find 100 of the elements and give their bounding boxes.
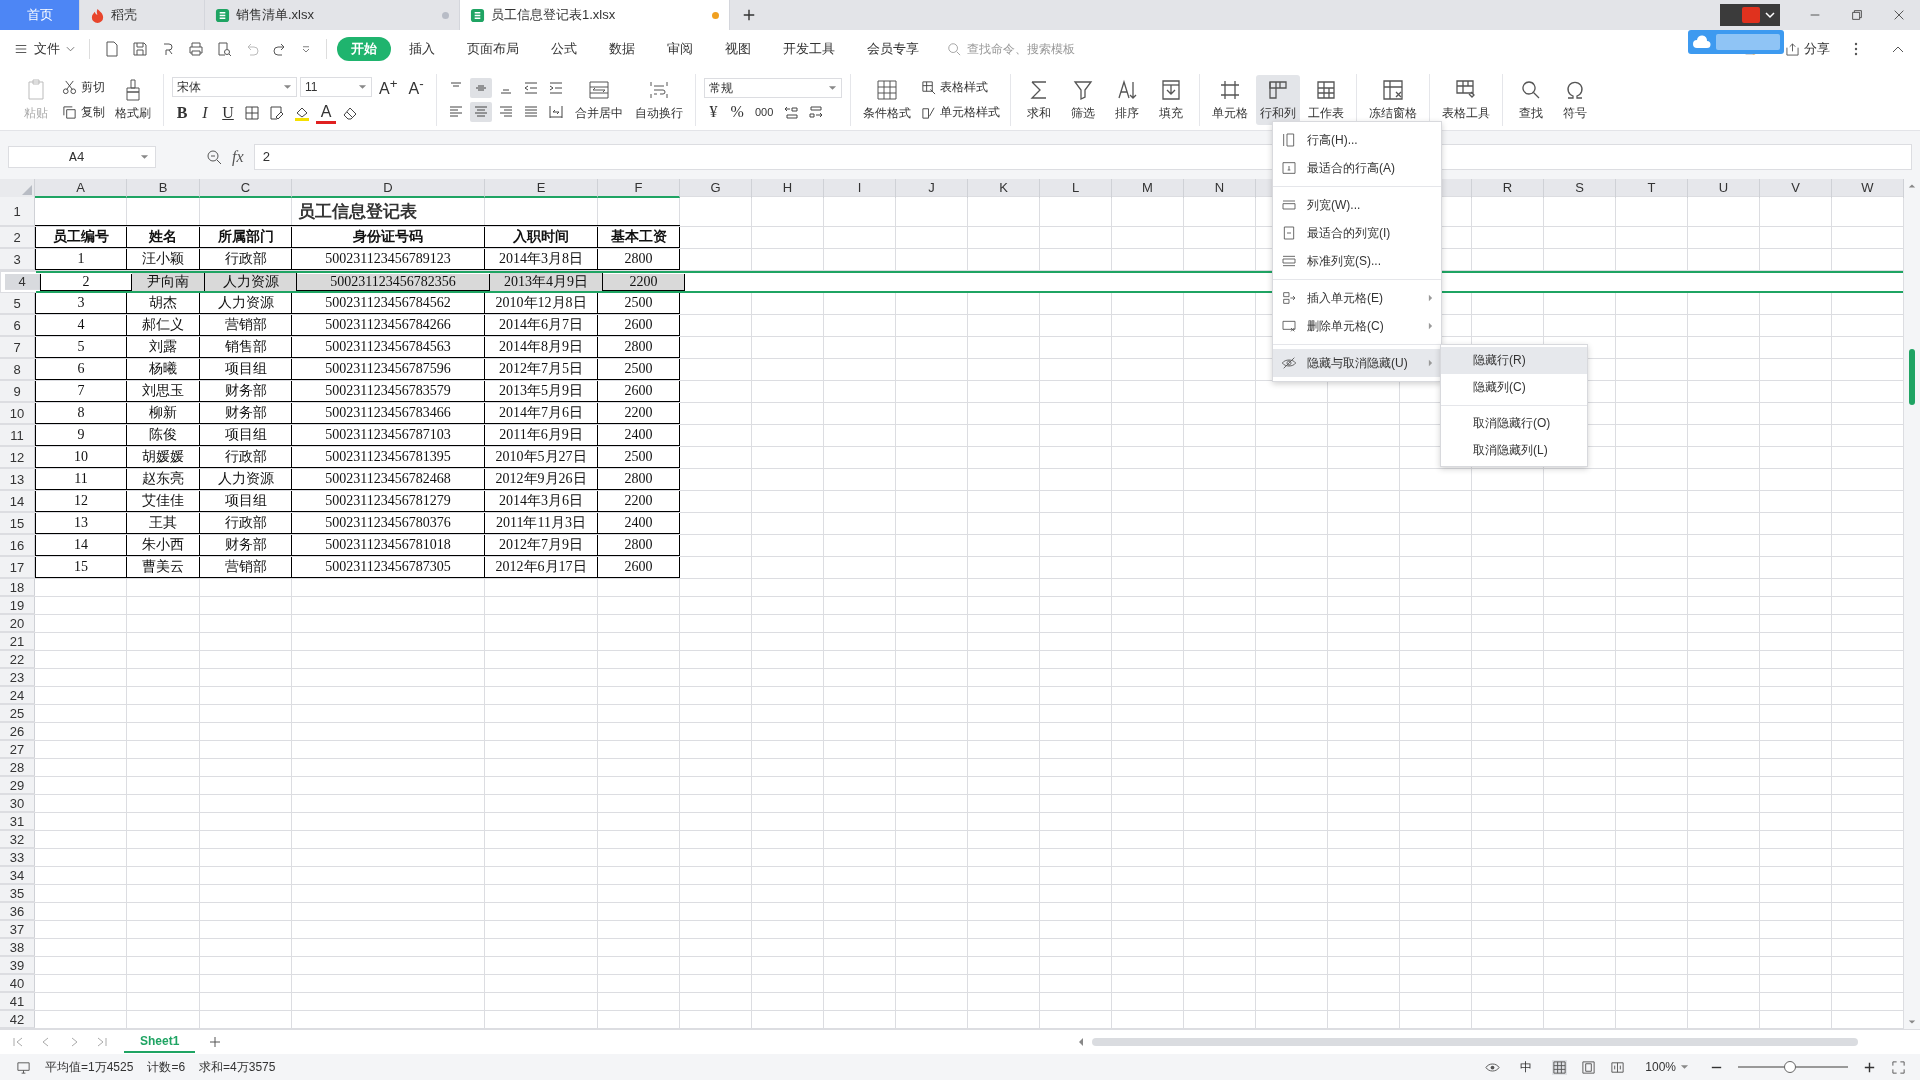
ribbon-tab[interactable]: 视图 xyxy=(711,37,765,61)
italic-button[interactable]: I xyxy=(195,104,215,123)
scroll-down-icon[interactable] xyxy=(1908,1019,1916,1025)
ribbon-tool-button[interactable]: 表格工具 xyxy=(1437,75,1494,125)
menu-item[interactable]: 最适合的列宽(I) xyxy=(1273,219,1441,247)
row-header[interactable]: 19 xyxy=(0,597,35,614)
menu-item[interactable]: 标准列宽(S)... xyxy=(1273,247,1441,275)
column-header[interactable]: R xyxy=(1472,179,1544,198)
row-header[interactable]: 11 xyxy=(0,425,35,446)
column-header[interactable]: F xyxy=(598,179,680,198)
ribbon-tab[interactable]: 会员专享 xyxy=(853,37,933,61)
row-header[interactable]: 30 xyxy=(0,795,35,812)
row-header[interactable]: 26 xyxy=(0,723,35,740)
menu-item[interactable]: 隐藏行(R) xyxy=(1441,347,1587,374)
horizontal-scrollbar[interactable] xyxy=(1078,1035,1858,1049)
share-button[interactable]: 分享 xyxy=(1780,39,1836,59)
conditional-format-button[interactable]: 条件格式 xyxy=(858,75,915,125)
menu-item[interactable]: 插入单元格(E) xyxy=(1273,284,1441,312)
row-header[interactable]: 27 xyxy=(0,741,35,758)
row-header[interactable]: 18 xyxy=(0,579,35,596)
row-header[interactable]: 1 xyxy=(0,197,35,226)
column-header[interactable]: T xyxy=(1616,179,1688,198)
ribbon-tool-button[interactable]: 行和列 xyxy=(1255,75,1300,125)
row-header[interactable]: 21 xyxy=(0,633,35,650)
row-header[interactable]: 16 xyxy=(0,535,35,556)
ribbon-tab[interactable]: 审阅 xyxy=(653,37,707,61)
input-method-icon[interactable] xyxy=(1720,4,1780,26)
column-header[interactable]: V xyxy=(1760,179,1832,198)
ribbon-tab[interactable]: 公式 xyxy=(537,37,591,61)
save-icon[interactable] xyxy=(132,41,148,57)
row-header[interactable]: 13 xyxy=(0,469,35,490)
zoom-icon[interactable] xyxy=(206,149,222,165)
column-header[interactable]: N xyxy=(1184,179,1256,198)
ribbon-tab[interactable]: 开发工具 xyxy=(769,37,849,61)
column-header[interactable]: A xyxy=(35,179,127,198)
scroll-up-icon[interactable] xyxy=(1908,183,1916,189)
table-style-button[interactable]: 表格样式 xyxy=(918,78,1002,97)
cell-style-button[interactable]: 单元格样式 xyxy=(918,103,1002,122)
row-header[interactable]: 3 xyxy=(0,249,35,270)
print-preview-icon[interactable] xyxy=(216,41,232,57)
upload-tooltip[interactable] xyxy=(1688,30,1784,54)
ribbon-tool-button[interactable]: 填充 xyxy=(1150,75,1191,125)
row-header[interactable]: 12 xyxy=(0,447,35,468)
menu-item[interactable]: 隐藏与取消隐藏(U) xyxy=(1273,349,1441,377)
decrease-font-button[interactable]: A$^{-}$ xyxy=(404,76,428,99)
cut-button[interactable]: 剪切 xyxy=(60,78,107,97)
increase-font-button[interactable]: A$^{+}$ xyxy=(375,76,402,99)
ribbon-tool-button[interactable]: 查找 xyxy=(1510,75,1551,125)
ribbon-tab[interactable]: 页面布局 xyxy=(453,37,533,61)
column-header[interactable]: K xyxy=(968,179,1040,198)
add-sheet-icon[interactable] xyxy=(209,1036,222,1048)
row-header[interactable]: 29 xyxy=(0,777,35,794)
menu-item[interactable]: 隐藏列(C) xyxy=(1441,374,1587,401)
row-header[interactable]: 31 xyxy=(0,813,35,830)
row-header[interactable]: 41 xyxy=(0,993,35,1010)
new-tab-icon[interactable] xyxy=(742,8,756,22)
wrap-text-button[interactable]: 自动换行 xyxy=(630,75,687,125)
row-header[interactable]: 15 xyxy=(0,513,35,534)
row-header[interactable]: 25 xyxy=(0,705,35,722)
name-box[interactable]: A4 xyxy=(8,146,156,168)
column-header[interactable]: D xyxy=(292,179,485,198)
number-format-field[interactable]: 常规 xyxy=(703,78,842,98)
column-header[interactable]: H xyxy=(752,179,824,198)
restore-icon[interactable] xyxy=(1850,8,1864,22)
column-header[interactable]: B xyxy=(127,179,200,198)
zoom-level-button[interactable]: 100% xyxy=(1639,1059,1695,1075)
book-view-icon[interactable] xyxy=(1610,1059,1626,1075)
ribbon-tab[interactable]: 插入 xyxy=(395,37,449,61)
row-header[interactable]: 2 xyxy=(0,227,35,248)
bold-button[interactable]: B xyxy=(172,104,192,123)
file-menu[interactable]: 文件 xyxy=(10,38,79,60)
fullscreen-icon[interactable] xyxy=(1891,1059,1906,1075)
thousands-separator-button[interactable]: 000 xyxy=(750,106,778,118)
ribbon-tool-button[interactable]: 冻结窗格 xyxy=(1364,75,1421,125)
last-sheet-icon[interactable] xyxy=(96,1036,108,1048)
percent-button[interactable]: % xyxy=(726,103,748,121)
row-header[interactable]: 10 xyxy=(0,403,35,424)
page-layout-icon[interactable] xyxy=(1581,1059,1597,1075)
row-header[interactable]: 20 xyxy=(0,615,35,632)
column-header[interactable]: U xyxy=(1688,179,1760,198)
row-header[interactable]: 38 xyxy=(0,939,35,956)
column-header[interactable]: M xyxy=(1112,179,1184,198)
menu-item[interactable]: 取消隐藏列(L) xyxy=(1441,437,1587,464)
row-header[interactable]: 5 xyxy=(0,293,35,314)
vertical-scrollbar[interactable] xyxy=(1904,179,1920,1029)
scroll-left-icon[interactable] xyxy=(1078,1037,1084,1047)
row-header[interactable]: 23 xyxy=(0,669,35,686)
row-header[interactable]: 28 xyxy=(0,759,35,776)
row-header[interactable]: 4 xyxy=(5,274,40,290)
close-icon[interactable] xyxy=(1892,8,1906,22)
document-tab[interactable]: 员工信息登记表1.xlsx xyxy=(460,0,730,30)
font-name-field[interactable]: 宋体 xyxy=(172,77,297,98)
row-header[interactable]: 36 xyxy=(0,903,35,920)
underline-button[interactable]: U xyxy=(218,104,238,123)
row-header[interactable]: 24 xyxy=(0,687,35,704)
slider-thumb[interactable] xyxy=(1783,1061,1796,1073)
first-sheet-icon[interactable] xyxy=(12,1036,24,1048)
column-header[interactable]: C xyxy=(200,179,292,198)
row-header[interactable]: 7 xyxy=(0,337,35,358)
unsaved-dot[interactable] xyxy=(712,11,719,19)
